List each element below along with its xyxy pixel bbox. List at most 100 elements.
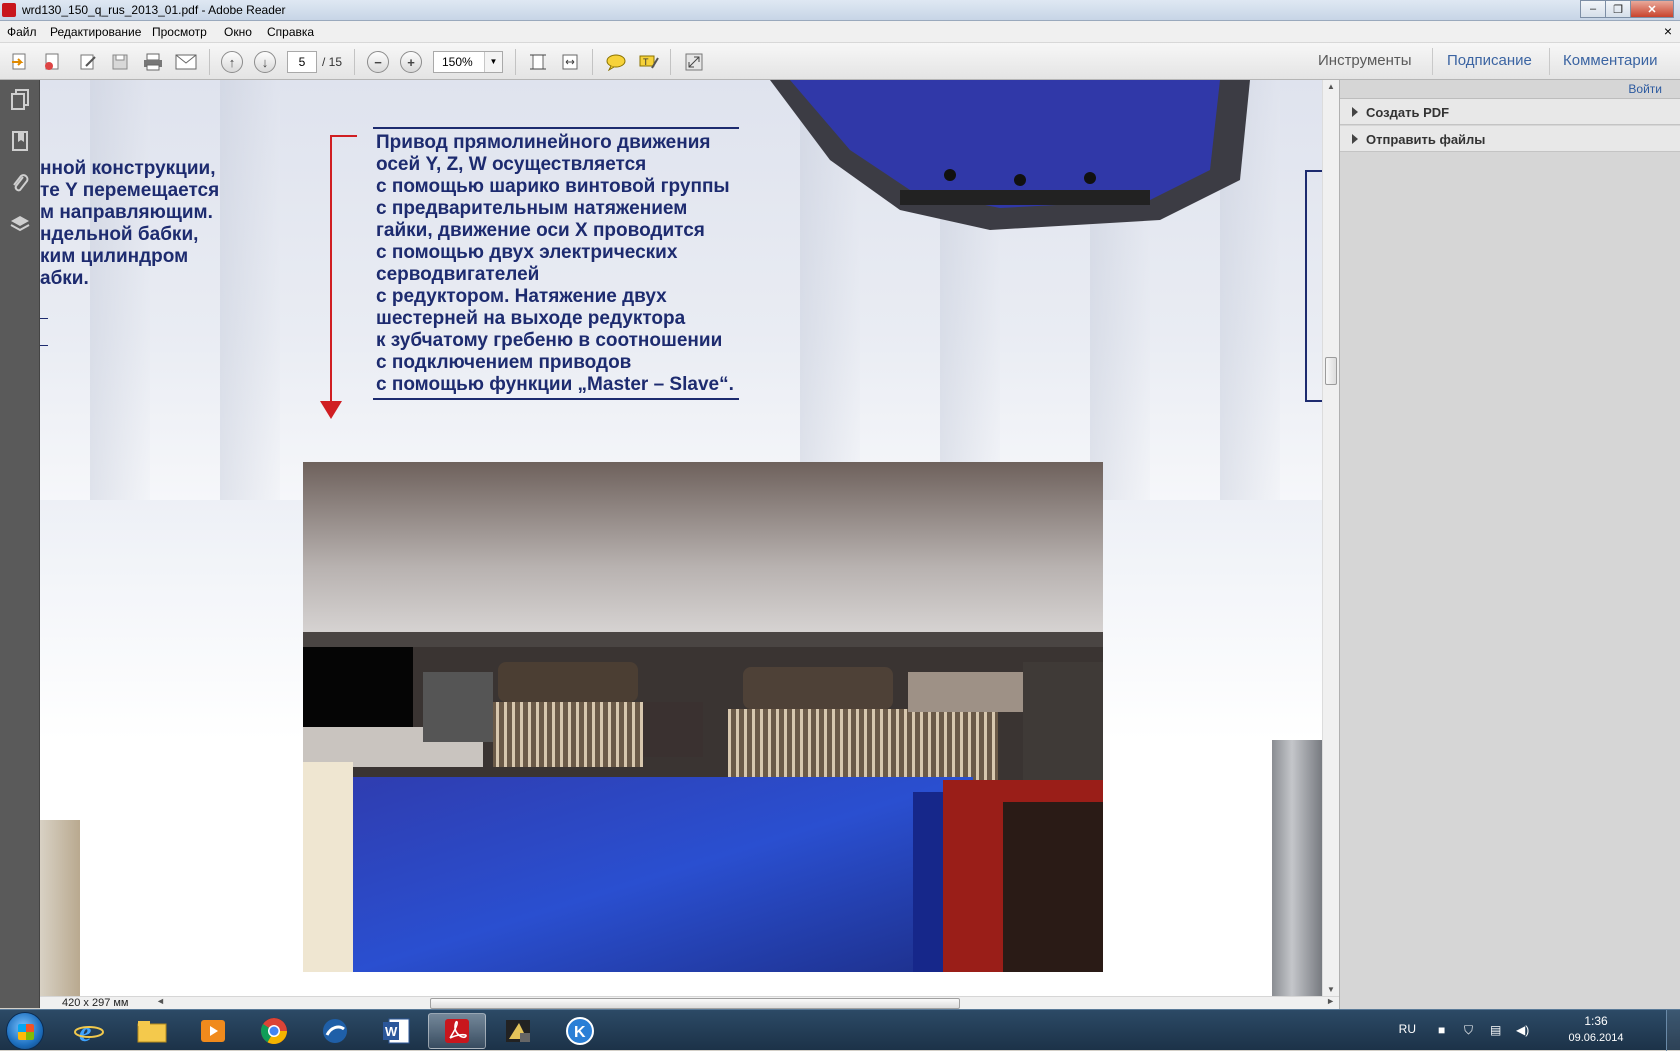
text-line: гайки, движение оси X проводится — [376, 220, 705, 241]
status-bar: 420 x 297 мм ◄ ► — [40, 996, 1339, 1009]
clock-date[interactable]: 09.06.2014 — [1556, 1032, 1636, 1044]
comment-icon[interactable] — [604, 50, 628, 74]
text-line: шестерней на выходе редуктора — [376, 308, 686, 329]
login-link[interactable]: Войти — [1628, 82, 1662, 96]
scroll-thumb[interactable] — [1325, 357, 1337, 385]
zoom-out-button[interactable]: − — [366, 50, 390, 74]
chevron-down-icon: ▼ — [484, 52, 502, 72]
title-bar: wrd130_150_q_rus_2013_01.pdf - Adobe Rea… — [0, 0, 1680, 21]
cad-app-icon[interactable] — [489, 1013, 547, 1049]
toolbar: ↑ ↓ 5 / 15 − + 150% ▼ T Инструменты Подп… — [0, 43, 1680, 80]
menu-window[interactable]: Окно — [224, 25, 252, 39]
text-line: с помощью функции „Master – Slave“. — [376, 374, 734, 395]
send-files-section[interactable]: Отправить файлы — [1340, 126, 1680, 152]
plus-icon: + — [400, 51, 422, 73]
tools-panel: Войти Создать PDF Отправить файлы — [1339, 80, 1680, 1009]
adobe-reader-task-icon[interactable] — [428, 1013, 486, 1049]
text-line: с помощью шарико винтовой группы — [376, 176, 730, 197]
svg-text:T: T — [643, 57, 649, 67]
sign-link[interactable]: Подписание — [1447, 52, 1532, 69]
file-explorer-icon[interactable] — [123, 1013, 181, 1049]
kompas-app-icon[interactable]: K — [551, 1013, 609, 1049]
expand-triangle-icon — [1352, 107, 1358, 117]
minus-icon: − — [367, 51, 389, 73]
menu-help[interactable]: Справка — [267, 25, 314, 39]
menu-edit[interactable]: Редактирование — [50, 25, 141, 39]
scroll-right-icon[interactable]: ► — [1326, 996, 1335, 1006]
zoom-value: 150% — [442, 55, 473, 69]
scroll-left-icon[interactable]: ◄ — [156, 996, 165, 1006]
zoom-select[interactable]: 150% ▼ — [433, 51, 503, 73]
start-button[interactable] — [6, 1012, 44, 1050]
close-button[interactable]: ✕ — [1630, 0, 1674, 18]
main-description-text: Привод прямолинейного движения осей Y, Z… — [376, 132, 796, 396]
security-icon[interactable]: ⛉ — [1464, 1023, 1480, 1037]
clock-time[interactable]: 1:36 — [1556, 1014, 1636, 1028]
red-connector-line — [330, 135, 357, 137]
window-title: wrd130_150_q_rus_2013_01.pdf - Adobe Rea… — [22, 3, 286, 17]
open-icon[interactable] — [40, 50, 64, 74]
text-line: с предварительным натяжением — [376, 198, 688, 219]
bookmarks-icon[interactable] — [8, 130, 32, 154]
menu-view[interactable]: Просмотр — [152, 25, 207, 39]
svg-text:e: e — [79, 1017, 91, 1046]
text-line: Привод прямолинейного движения — [376, 132, 711, 153]
right-text-bracket — [1305, 170, 1322, 402]
menu-bar: Файл Редактирование Просмотр Окно Справк… — [0, 21, 1680, 43]
zoom-in-button[interactable]: + — [399, 50, 423, 74]
machine-image-left — [40, 820, 80, 996]
volume-icon[interactable]: ◀) — [1516, 1023, 1532, 1037]
next-page-button[interactable]: ↓ — [253, 50, 277, 74]
comments-link[interactable]: Комментарии — [1563, 52, 1657, 69]
show-desktop-button[interactable] — [1666, 1010, 1680, 1051]
fit-width-icon[interactable] — [558, 50, 582, 74]
machine-image-right — [1272, 740, 1322, 996]
vertical-scrollbar[interactable]: ▲ ▼ — [1322, 80, 1339, 996]
create-pdf-section[interactable]: Создать PDF — [1340, 99, 1680, 125]
section-label: Отправить файлы — [1366, 132, 1486, 147]
scroll-down-icon[interactable]: ▼ — [1327, 985, 1335, 994]
horizontal-scroll-thumb[interactable] — [430, 998, 960, 1009]
save-icon[interactable] — [108, 50, 132, 74]
windows-logo-icon — [18, 1024, 34, 1040]
scroll-up-icon[interactable]: ▲ — [1327, 82, 1335, 91]
nvidia-icon[interactable]: ■ — [1438, 1023, 1454, 1037]
window-controls: – ❐ ✕ — [1580, 0, 1674, 18]
layers-icon[interactable] — [8, 212, 32, 236]
word-icon[interactable]: W — [367, 1013, 425, 1049]
attachments-icon[interactable] — [8, 172, 32, 196]
email-icon[interactable] — [174, 50, 198, 74]
navigation-pane — [0, 80, 40, 1008]
close-document-button[interactable]: × — [1664, 23, 1672, 39]
tools-link[interactable]: Инструменты — [1318, 52, 1412, 69]
network-icon[interactable]: ▤ — [1490, 1023, 1506, 1037]
svg-text:W: W — [385, 1024, 398, 1039]
minimize-button[interactable]: – — [1580, 0, 1606, 18]
highlight-icon[interactable]: T — [637, 50, 661, 74]
internet-explorer-icon[interactable]: e — [60, 1013, 118, 1049]
page-thumbnails-icon[interactable] — [8, 88, 32, 112]
print-icon[interactable] — [141, 50, 165, 74]
red-connector-line — [330, 135, 332, 405]
text-line: с помощью двух электрических — [376, 242, 678, 263]
taskbar: e W K RU ■ ⛉ ▤ ◀) 1:36 09.06.2014 — [0, 1009, 1680, 1051]
page-size-label: 420 x 297 мм — [62, 997, 129, 1009]
adobe-reader-icon — [2, 3, 16, 17]
edit-icon[interactable] — [76, 50, 100, 74]
text-line: с подключением приводов — [376, 352, 632, 373]
fullscreen-icon[interactable] — [682, 50, 706, 74]
previous-page-button[interactable]: ↑ — [220, 50, 244, 74]
page-number-input[interactable]: 5 — [287, 51, 317, 73]
menu-file[interactable]: Файл — [7, 25, 37, 39]
maximize-button[interactable]: ❐ — [1605, 0, 1631, 18]
create-icon[interactable] — [8, 50, 32, 74]
browser-app-icon[interactable] — [306, 1013, 364, 1049]
chrome-icon[interactable] — [245, 1013, 303, 1049]
machine-image-top — [770, 80, 1250, 230]
language-indicator[interactable]: RU — [1399, 1022, 1416, 1036]
text-line: осей Y, Z, W осуществляется — [376, 154, 647, 175]
document-view[interactable]: нной конструкции, те Y перемещается м на… — [40, 80, 1322, 996]
media-player-icon[interactable] — [184, 1013, 242, 1049]
text-line: к зубчатому гребеню в соотношении — [376, 330, 723, 351]
fit-page-icon[interactable] — [526, 50, 550, 74]
